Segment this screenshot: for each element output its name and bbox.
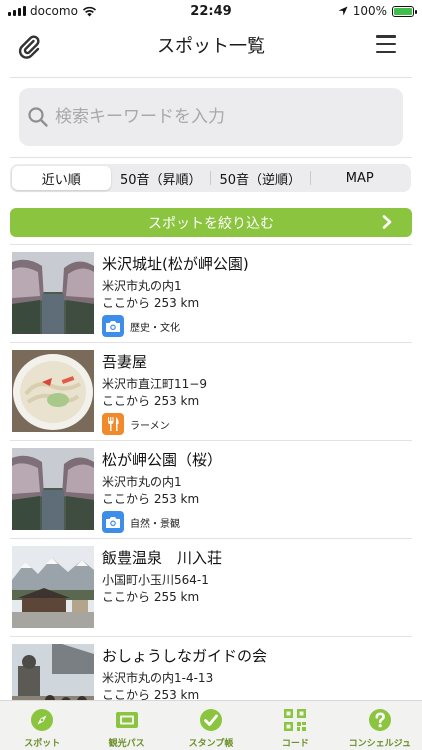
- spot-distance: ここから 253 km: [102, 492, 200, 506]
- sort-segmented-control: 近い順 50音（昇順） 50音（逆順） MAP: [10, 164, 411, 192]
- battery-icon: [392, 5, 417, 17]
- qr-code-icon: [284, 709, 307, 731]
- spot-name: おしょうしなガイドの会: [102, 647, 268, 665]
- spot-info: 吾妻屋 米沢市直江町11−9 ここから 253 km ラーメン: [102, 351, 207, 435]
- tab-label: 観光パス: [108, 739, 145, 749]
- battery-percent: 100%: [352, 4, 387, 18]
- list-item[interactable]: 飯豊温泉 川入荘 小国町小玉川564-1 ここから 255 km: [10, 539, 412, 637]
- category-label: 歴史・文化: [130, 322, 180, 334]
- tab-label: スタンプ帳: [188, 739, 234, 749]
- status-bar: docomo 22:49 100%: [0, 0, 422, 24]
- spot-info: おしょうしなガイドの会 米沢市丸の内1-4-13 ここから 253 km: [102, 645, 268, 702]
- spot-distance: ここから 253 km: [102, 296, 200, 310]
- search-box[interactable]: [19, 88, 403, 146]
- spot-category: 自然・景観: [102, 511, 222, 533]
- spot-list: 米沢城址(松が岬公園) 米沢市丸の内1 ここから 253 km 歴史・文化 吾妻…: [0, 245, 422, 735]
- spot-name: 松が岬公園（桜）: [102, 451, 223, 469]
- spot-address: 米沢市丸の内1: [102, 279, 182, 293]
- list-item[interactable]: 米沢城址(松が岬公園) 米沢市丸の内1 ここから 253 km 歴史・文化: [10, 245, 412, 343]
- spot-info: 米沢城址(松が岬公園) 米沢市丸の内1 ここから 253 km 歴史・文化: [102, 253, 249, 337]
- spot-category: ラーメン: [102, 413, 207, 435]
- spot-distance: ここから 253 km: [102, 394, 200, 408]
- spot-address: 米沢市直江町11−9: [102, 377, 207, 391]
- ticket-icon: [115, 712, 138, 728]
- list-item[interactable]: 吾妻屋 米沢市直江町11−9 ここから 253 km ラーメン: [10, 343, 412, 441]
- tab-label: スポット: [24, 739, 61, 749]
- spot-distance: ここから 255 km: [102, 590, 200, 604]
- location-arrow-icon: [338, 6, 348, 16]
- filter-label: スポットを絞り込む: [148, 215, 274, 232]
- tab-stamp-book[interactable]: スタンプ帳: [169, 701, 253, 750]
- category-label: 自然・景観: [130, 518, 180, 530]
- check-circle-icon: [200, 709, 223, 731]
- page-title: スポット一覧: [157, 36, 265, 57]
- divider: [10, 157, 412, 158]
- category-label: ラーメン: [130, 420, 170, 432]
- spot-name: 飯豊温泉 川入荘: [102, 549, 223, 567]
- search-icon: [28, 107, 48, 127]
- spot-info: 松が岬公園（桜） 米沢市丸の内1 ここから 253 km 自然・景観: [102, 449, 222, 533]
- tab-code[interactable]: コード: [253, 701, 337, 750]
- spot-address: 米沢市丸の内1: [102, 475, 182, 489]
- spot-photo: [12, 448, 94, 530]
- spot-photo: [12, 252, 94, 334]
- tab-label: コンシェルジュ: [348, 739, 412, 749]
- help-circle-icon: [368, 709, 391, 731]
- sort-tab-kana-ascending[interactable]: 50音（昇順）: [112, 166, 211, 190]
- tab-spot[interactable]: スポット: [0, 701, 84, 750]
- compass-icon: [31, 709, 54, 731]
- camera-icon: [102, 315, 124, 337]
- camera-icon: [102, 511, 124, 533]
- spot-name: 吾妻屋: [102, 353, 148, 371]
- spot-distance: ここから 253 km: [102, 688, 200, 702]
- spot-name: 米沢城址(松が岬公園): [102, 255, 249, 273]
- spot-photo: [12, 350, 94, 432]
- spot-address: 米沢市丸の内1-4-13: [102, 671, 214, 685]
- spot-photo: [12, 546, 94, 628]
- tab-sightseeing-pass[interactable]: 観光パス: [84, 701, 168, 750]
- navigation-bar: スポット一覧: [0, 24, 422, 66]
- fork-knife-icon: [102, 413, 124, 435]
- spot-info: 飯豊温泉 川入荘 小国町小玉川564-1 ここから 255 km: [102, 547, 223, 604]
- search-input[interactable]: [55, 107, 375, 127]
- sort-tab-map[interactable]: MAP: [311, 166, 410, 190]
- chevron-right-icon: [382, 215, 392, 229]
- tab-concierge[interactable]: コンシェルジュ: [338, 701, 422, 750]
- tab-bar: スポット 観光パス スタンプ帳 コード コンシェルジュ: [0, 700, 422, 750]
- menu-icon[interactable]: [376, 35, 396, 53]
- divider: [10, 77, 412, 78]
- filter-spots-button[interactable]: スポットを絞り込む: [10, 208, 412, 237]
- spot-address: 小国町小玉川564-1: [102, 573, 209, 587]
- spot-category: 歴史・文化: [102, 315, 249, 337]
- list-item[interactable]: 松が岬公園（桜） 米沢市丸の内1 ここから 253 km 自然・景観: [10, 441, 412, 539]
- sort-tab-nearest[interactable]: 近い順: [12, 166, 111, 190]
- sort-tab-kana-descending[interactable]: 50音（逆順）: [211, 166, 310, 190]
- status-right: 100%: [338, 4, 417, 18]
- tab-label: コード: [281, 739, 309, 749]
